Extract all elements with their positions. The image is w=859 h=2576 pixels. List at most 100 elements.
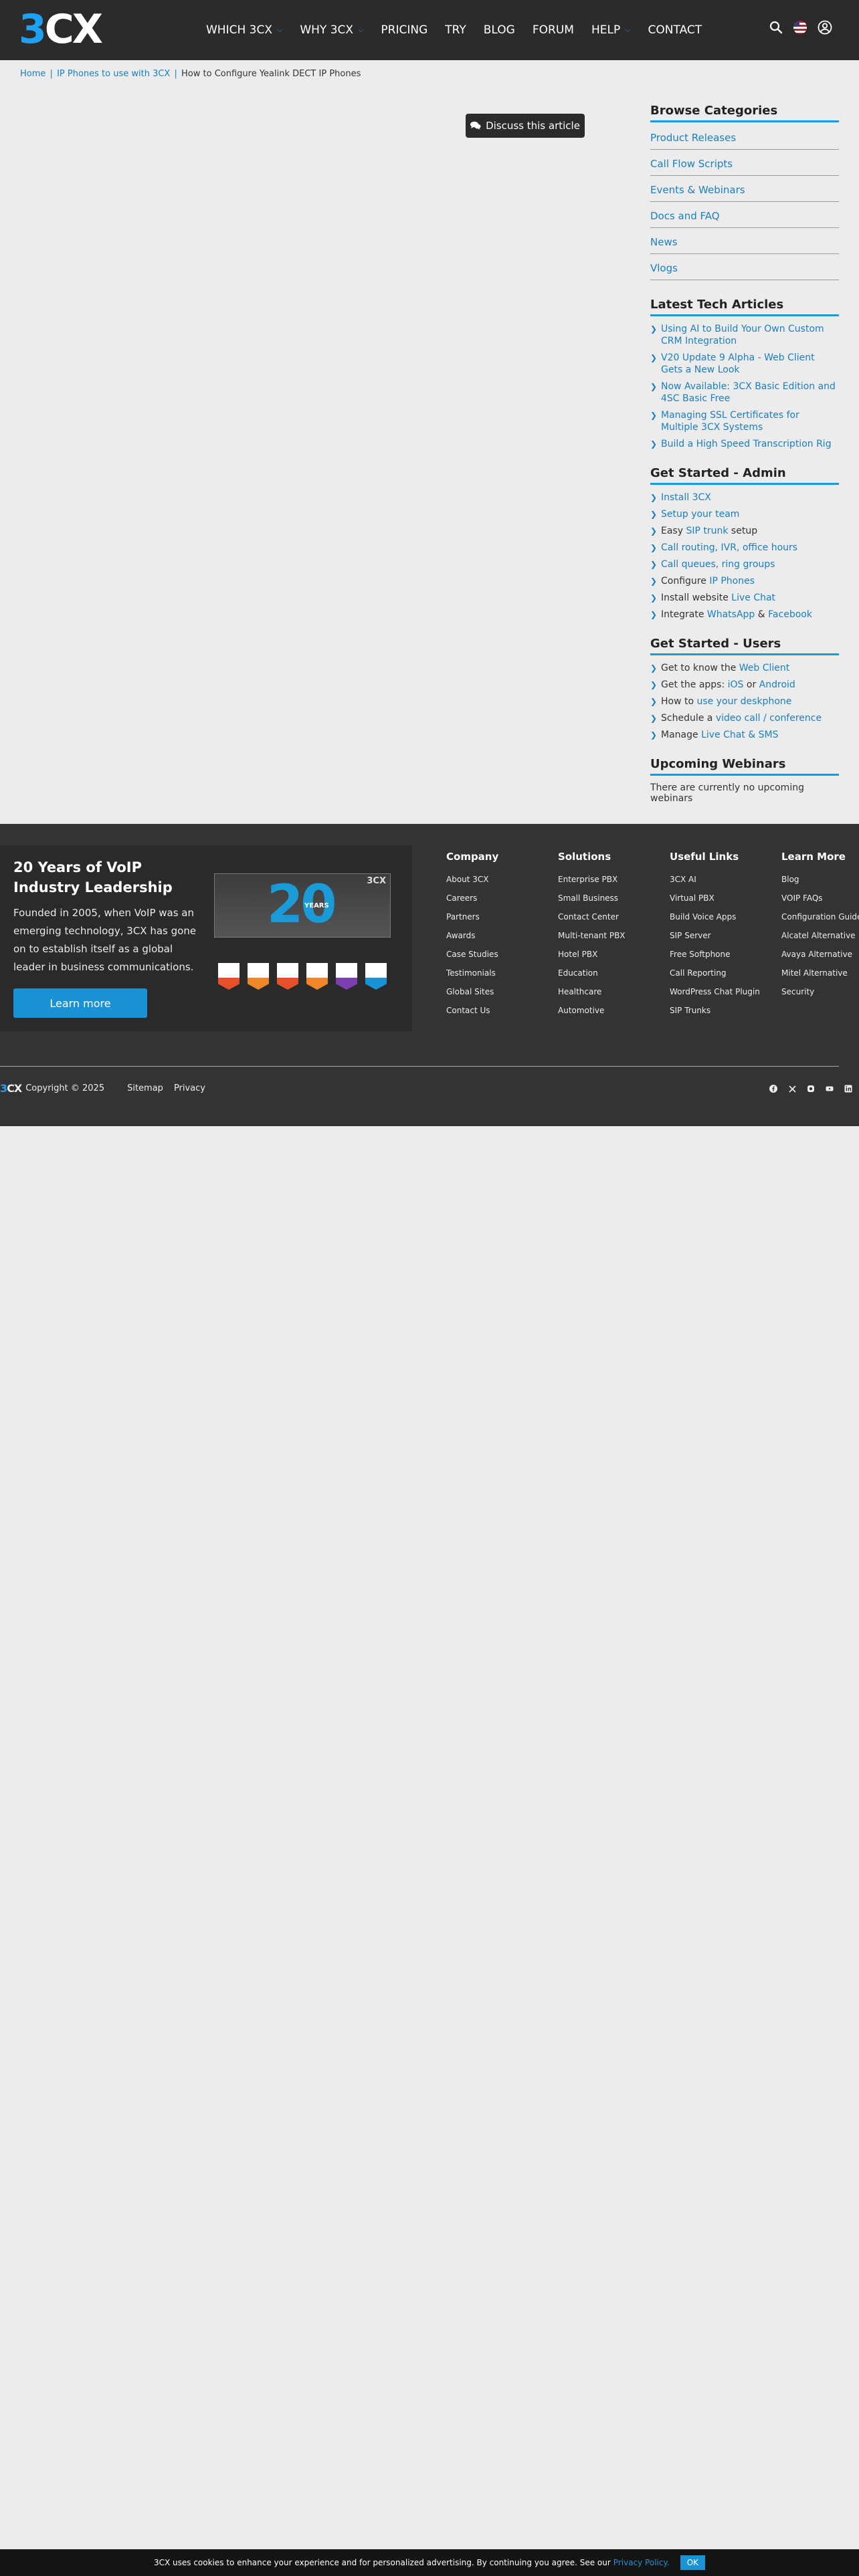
footer-link[interactable]: Mitel Alternative [781,968,859,978]
item-link[interactable]: Call routing, IVR, office hours [661,542,797,553]
article-link[interactable]: Build a High Speed Transcription Rig [661,439,832,449]
youtube-icon[interactable] [826,1085,834,1093]
nav-try[interactable]: TRY [445,23,466,37]
item-link[interactable]: Live Chat & SMS [701,730,778,740]
footer-link[interactable]: Education [558,968,626,978]
nav-why-3cx[interactable]: WHY 3CX ⌵ [300,23,363,37]
article-link[interactable]: V20 Update 9 Alpha - Web Client Gets a N… [661,352,815,375]
footer-link[interactable]: Virtual PBX [670,893,760,903]
footer-link[interactable]: Call Reporting [670,968,760,978]
nav-label: PRICING [381,23,428,37]
discuss-article-button[interactable]: Discuss this article [466,114,585,138]
item-link[interactable]: Android [759,679,795,690]
breadcrumb-current: How to Configure Yealink DECT IP Phones [181,69,361,79]
list-item: Manage Live Chat & SMS [650,729,839,741]
promo-title: 20 Years of VoIP Industry Leadership [13,859,173,895]
breadcrumb: Home | IP Phones to use with 3CX | How t… [20,69,361,79]
footer-link[interactable]: Enterprise PBX [558,875,626,884]
x-icon[interactable] [788,1085,796,1093]
footer-link[interactable]: SIP Trunks [670,1006,760,1015]
footer-column-title: Company [446,851,499,863]
footer-link[interactable]: Contact Us [446,1006,498,1015]
nav-help[interactable]: HELP ⌵ [591,23,631,37]
learn-more-button[interactable]: Learn more [13,988,147,1018]
footer-link[interactable]: Avaya Alternative [781,950,859,959]
nav-label: WHY 3CX [300,23,354,37]
nav-forum[interactable]: FORUM [533,23,574,37]
article-link[interactable]: Managing SSL Certificates for Multiple 3… [661,410,799,433]
footer-bottom-bar: 3CX Copyright © 2025 Sitemap Privacy [0,1082,205,1095]
footer-link[interactable]: Configuration Guide [781,912,859,922]
item-link[interactable]: use your deskphone [697,696,792,707]
category-product-releases[interactable]: Product Releases [650,129,839,150]
instagram-icon[interactable] [807,1085,815,1093]
facebook-icon[interactable] [769,1085,777,1093]
privacy-policy-link[interactable]: Privacy Policy. [613,2558,670,2567]
footer-link[interactable]: Multi-tenant PBX [558,931,626,940]
category-vlogs[interactable]: Vlogs [650,259,839,280]
site-header: 3 CX WHICH 3CX ⌵ WHY 3CX ⌵ PRICING TRY BLOG… [0,0,859,60]
sidebar: Browse Categories Product Releases Call … [650,104,839,804]
footer-logo[interactable]: 3CX [0,1082,22,1095]
footer-link[interactable]: About 3CX [446,875,498,884]
search-icon[interactable] [769,21,783,34]
footer-link[interactable]: Case Studies [446,950,498,959]
article-link[interactable]: Now Available: 3CX Basic Edition and 4SC… [661,381,836,404]
category-call-flow-scripts[interactable]: Call Flow Scripts [650,155,839,176]
footer-link[interactable]: Testimonials [446,968,498,978]
nav-blog[interactable]: BLOG [484,23,515,37]
footer-link[interactable]: 3CX AI [670,875,760,884]
footer-link[interactable]: WordPress Chat Plugin [670,987,760,996]
footer-link[interactable]: Contact Center [558,912,626,922]
footer-link[interactable]: Hotel PBX [558,950,626,959]
footer-link[interactable]: Blog [781,875,859,884]
us-flag-icon[interactable] [793,21,807,34]
footer-link[interactable]: Healthcare [558,987,626,996]
item-link[interactable]: Call queues, ring groups [661,559,775,570]
item-link[interactable]: SIP trunk [686,526,728,536]
list-item: V20 Update 9 Alpha - Web Client Gets a N… [650,352,839,376]
category-news[interactable]: News [650,233,839,254]
cookie-text: 3CX uses cookies to enhance your experie… [153,2558,611,2567]
footer-link[interactable]: Free Softphone [670,950,760,959]
footer-link[interactable]: Build Voice Apps [670,912,760,922]
category-docs-faq[interactable]: Docs and FAQ [650,207,839,228]
nav-contact[interactable]: CONTACT [648,23,702,37]
footer-link[interactable]: Small Business [558,893,626,903]
linkedin-icon[interactable] [844,1085,852,1093]
footer-link[interactable]: Alcatel Alternative [781,931,859,940]
item-link[interactable]: video call / conference [716,713,822,724]
item-link[interactable]: Web Client [739,663,790,673]
award-badge [336,963,357,990]
footer-link[interactable]: Automotive [558,1006,626,1015]
breadcrumb-section[interactable]: IP Phones to use with 3CX [57,69,170,79]
nav-which-3cx[interactable]: WHICH 3CX ⌵ [206,23,282,37]
cookie-ok-button[interactable]: OK [680,2555,706,2570]
item-link[interactable]: IP Phones [709,576,755,586]
item-link[interactable]: Live Chat [731,593,775,603]
footer-link[interactable]: Awards [446,931,498,940]
footer-link[interactable]: VOIP FAQs [781,893,859,903]
user-account-icon[interactable] [818,20,832,35]
footer-link[interactable]: Global Sites [446,987,498,996]
footer-link[interactable]: Partners [446,912,498,922]
footer-link[interactable]: SIP Server [670,931,760,940]
list-item: Configure IP Phones [650,575,839,587]
footer-link[interactable]: Careers [446,893,498,903]
item-link[interactable]: Setup your team [661,509,739,520]
category-events-webinars[interactable]: Events & Webinars [650,181,839,202]
list-item: Get to know the Web Client [650,662,839,674]
3cx-logo[interactable]: 3 CX [19,9,103,49]
breadcrumb-home[interactable]: Home [20,69,45,79]
footer-link[interactable]: Security [781,987,859,996]
article-link[interactable]: Using AI to Build Your Own Custom CRM In… [661,324,824,346]
nav-pricing[interactable]: PRICING [381,23,427,37]
item-link[interactable]: iOS [728,679,744,690]
latest-articles-list: Using AI to Build Your Own Custom CRM In… [650,323,839,450]
item-link[interactable]: WhatsApp [707,609,755,620]
item-link[interactable]: Facebook [768,609,812,620]
privacy-link[interactable]: Privacy [174,1083,205,1093]
nav-label: BLOG [483,23,515,37]
item-link[interactable]: Install 3CX [661,492,711,503]
sitemap-link[interactable]: Sitemap [127,1083,163,1093]
